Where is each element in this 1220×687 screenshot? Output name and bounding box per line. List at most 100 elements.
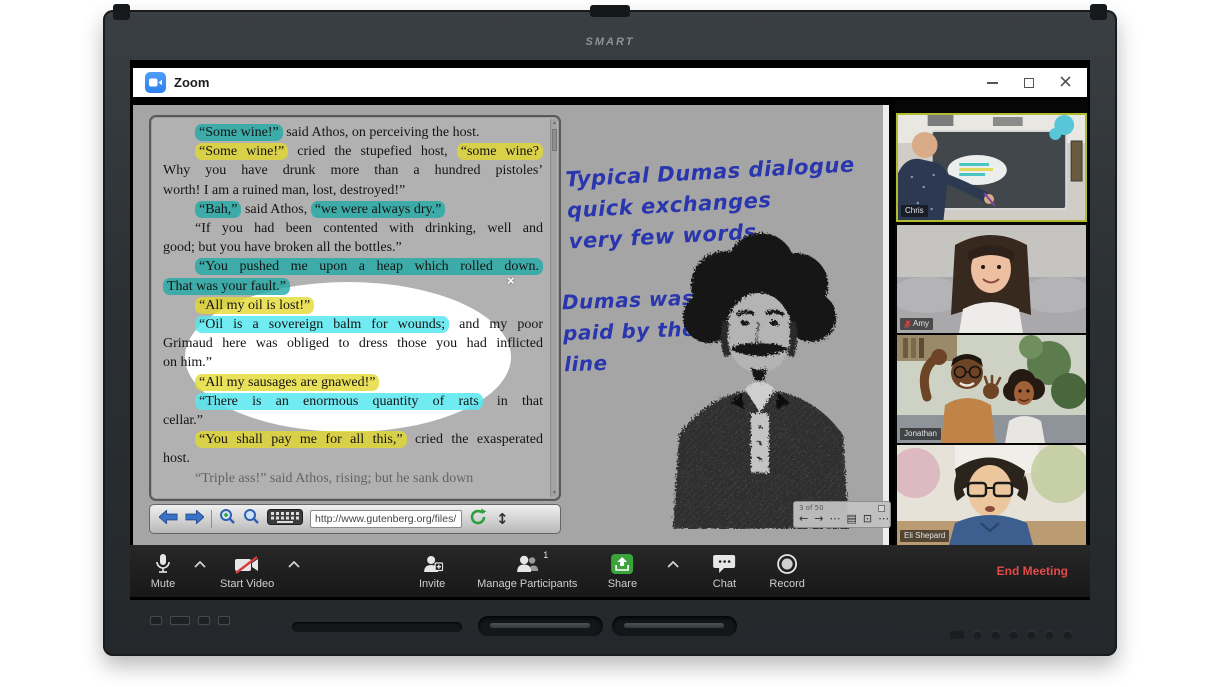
zoom-in-page-icon[interactable] [219,508,236,530]
highlight-teal: “we were always dry.” [311,201,446,218]
speaker-grille [292,622,462,632]
participant-name: Eli Shepard [904,531,945,541]
document-text: cried the stupefied host, [288,144,456,159]
mute-label: Mute [151,578,175,590]
pagenav-more-right[interactable]: ⋯ [878,513,889,524]
document-text: cried the exasperated [407,432,543,447]
participants-icon: 1 [515,553,539,575]
pagenav-buttons: ←→⋯▤⊡⋯ [799,513,885,524]
participant-video-eli[interactable]: Eli Shepard [897,445,1086,545]
pagenav-thumbnail-icon[interactable] [878,505,885,512]
invite-icon [421,553,443,575]
dumas-portrait-sketch [633,217,888,529]
refresh-icon[interactable] [469,508,487,531]
scroll-down-icon[interactable]: ▼ [551,489,558,497]
port-icon [150,616,162,625]
stylus-pen [490,623,590,628]
monitor-button [1009,630,1018,639]
monitor-camera-notch [590,5,630,17]
participant-strip: Chris Amy [895,100,1088,545]
document-line: good; but you have broken all the bottle… [163,238,543,257]
chat-label: Chat [713,578,736,590]
document-text: Grimaud here was obliged to dress those … [163,336,543,351]
start-video-button[interactable]: Start Video [220,553,274,590]
participant-name: Amy [913,319,929,329]
url-input[interactable] [310,510,462,528]
share-screen-icon [610,553,634,575]
participants-count-badge: 1 [543,550,548,560]
document-text: said Athos, [241,202,310,217]
document-line: “Some wine!” cried the stupefied host, “… [163,142,543,161]
document-text: good; but you have broken all the bottle… [163,240,402,255]
highlight-cyan: “There is an enormous quantity of rats [195,393,483,410]
document-text: said Athos, on perceiving the host. [283,125,480,140]
scroll-up-icon[interactable]: ▲ [551,119,558,127]
highlight-teal: “Bah,” [195,201,241,218]
document-line: “Bah,” said Athos, “we were always dry.” [163,200,543,219]
mute-options-chevron[interactable] [194,553,206,575]
pagenav-more-left[interactable]: ⋯ [829,513,840,524]
manage-participants-button[interactable]: 1 Manage Participants [477,553,577,590]
monitor-mount-right [1090,4,1107,20]
record-label: Record [769,578,804,590]
minimize-icon[interactable] [987,82,998,84]
window-title: Zoom [174,75,209,90]
highlight-teal: “You pushed me upon a heap which rolled … [195,258,543,275]
stylus-pen [624,623,724,628]
mute-button[interactable]: Mute [146,553,180,590]
document-text: “Triple ass!” said Athos, rising; but he… [195,471,473,486]
page-scrollbar[interactable]: ▲ ▼ [550,119,557,497]
document-text: in that [483,394,543,409]
invite-label: Invite [419,578,445,590]
document-page[interactable]: “Some wine!” said Athos, on perceiving t… [149,115,561,501]
pagenav-next-page[interactable]: → [814,513,823,524]
highlight-teal: “Some wine!” [195,124,283,141]
document-line: “Triple ass!” said Athos, rising; but he… [163,469,543,488]
invite-button[interactable]: Invite [415,553,449,590]
document-line: worth! I am a ruined man, lost, destroye… [163,181,543,200]
browser-toolbar: ↕ [149,504,561,534]
document-text: cellar.” [163,413,203,428]
start-video-label: Start Video [220,578,274,590]
chat-button[interactable]: Chat [707,553,741,590]
share-options-chevron[interactable] [667,553,679,575]
participant-video-jonathan[interactable]: Jonathan [897,335,1086,443]
port-icon [170,616,190,625]
camera-off-icon [234,553,260,575]
scrollbar-thumb[interactable] [552,129,557,151]
highlight-cyan: “Oil is a sovereign balm for wounds; [195,316,449,333]
document-line: “Some wine!” said Athos, on perceiving t… [163,123,543,142]
monitor-button [950,631,964,639]
end-meeting-button[interactable]: End Meeting [997,564,1074,578]
document-text: on him.” [163,355,212,370]
highlight-yellow: “All my sausages are gnawed!” [195,374,379,391]
back-button[interactable] [159,510,178,529]
pen-tray-left [478,616,603,636]
pagenav-selection-tool[interactable]: ⊡ [863,513,872,524]
shared-whiteboard: “Some wine!” said Athos, on perceiving t… [133,105,889,545]
participant-video-chris[interactable]: Chris [896,113,1087,222]
forward-button[interactable] [185,510,204,529]
video-options-chevron[interactable] [288,553,300,575]
monitor-button [1045,630,1054,639]
highlight-yellow: “some wine? [457,143,543,160]
participant-video-amy[interactable]: Amy [897,225,1086,333]
highlight-yellow: “Some wine!” [195,143,288,160]
spotlight-close-icon[interactable]: × [507,275,515,287]
monitor-button [1027,630,1036,639]
share-button[interactable]: Share [605,553,639,590]
highlight-teal: That was your fault.” [163,278,290,295]
document-text: host. [163,451,190,466]
maximize-icon[interactable] [1024,78,1034,88]
resize-vertical-icon[interactable]: ↕ [496,510,509,528]
zoom-window-titlebar: Zoom [133,68,1087,97]
microphone-icon [155,553,171,575]
record-icon [776,553,798,575]
pagenav-previous-page[interactable]: ← [799,513,808,524]
pagenav-page-options[interactable]: ▤ [846,513,856,524]
magnifier-icon[interactable] [243,508,260,530]
record-button[interactable]: Record [769,553,804,590]
toolbar-divider [211,510,212,528]
close-icon[interactable] [1060,74,1071,92]
keyboard-button[interactable] [267,509,303,530]
